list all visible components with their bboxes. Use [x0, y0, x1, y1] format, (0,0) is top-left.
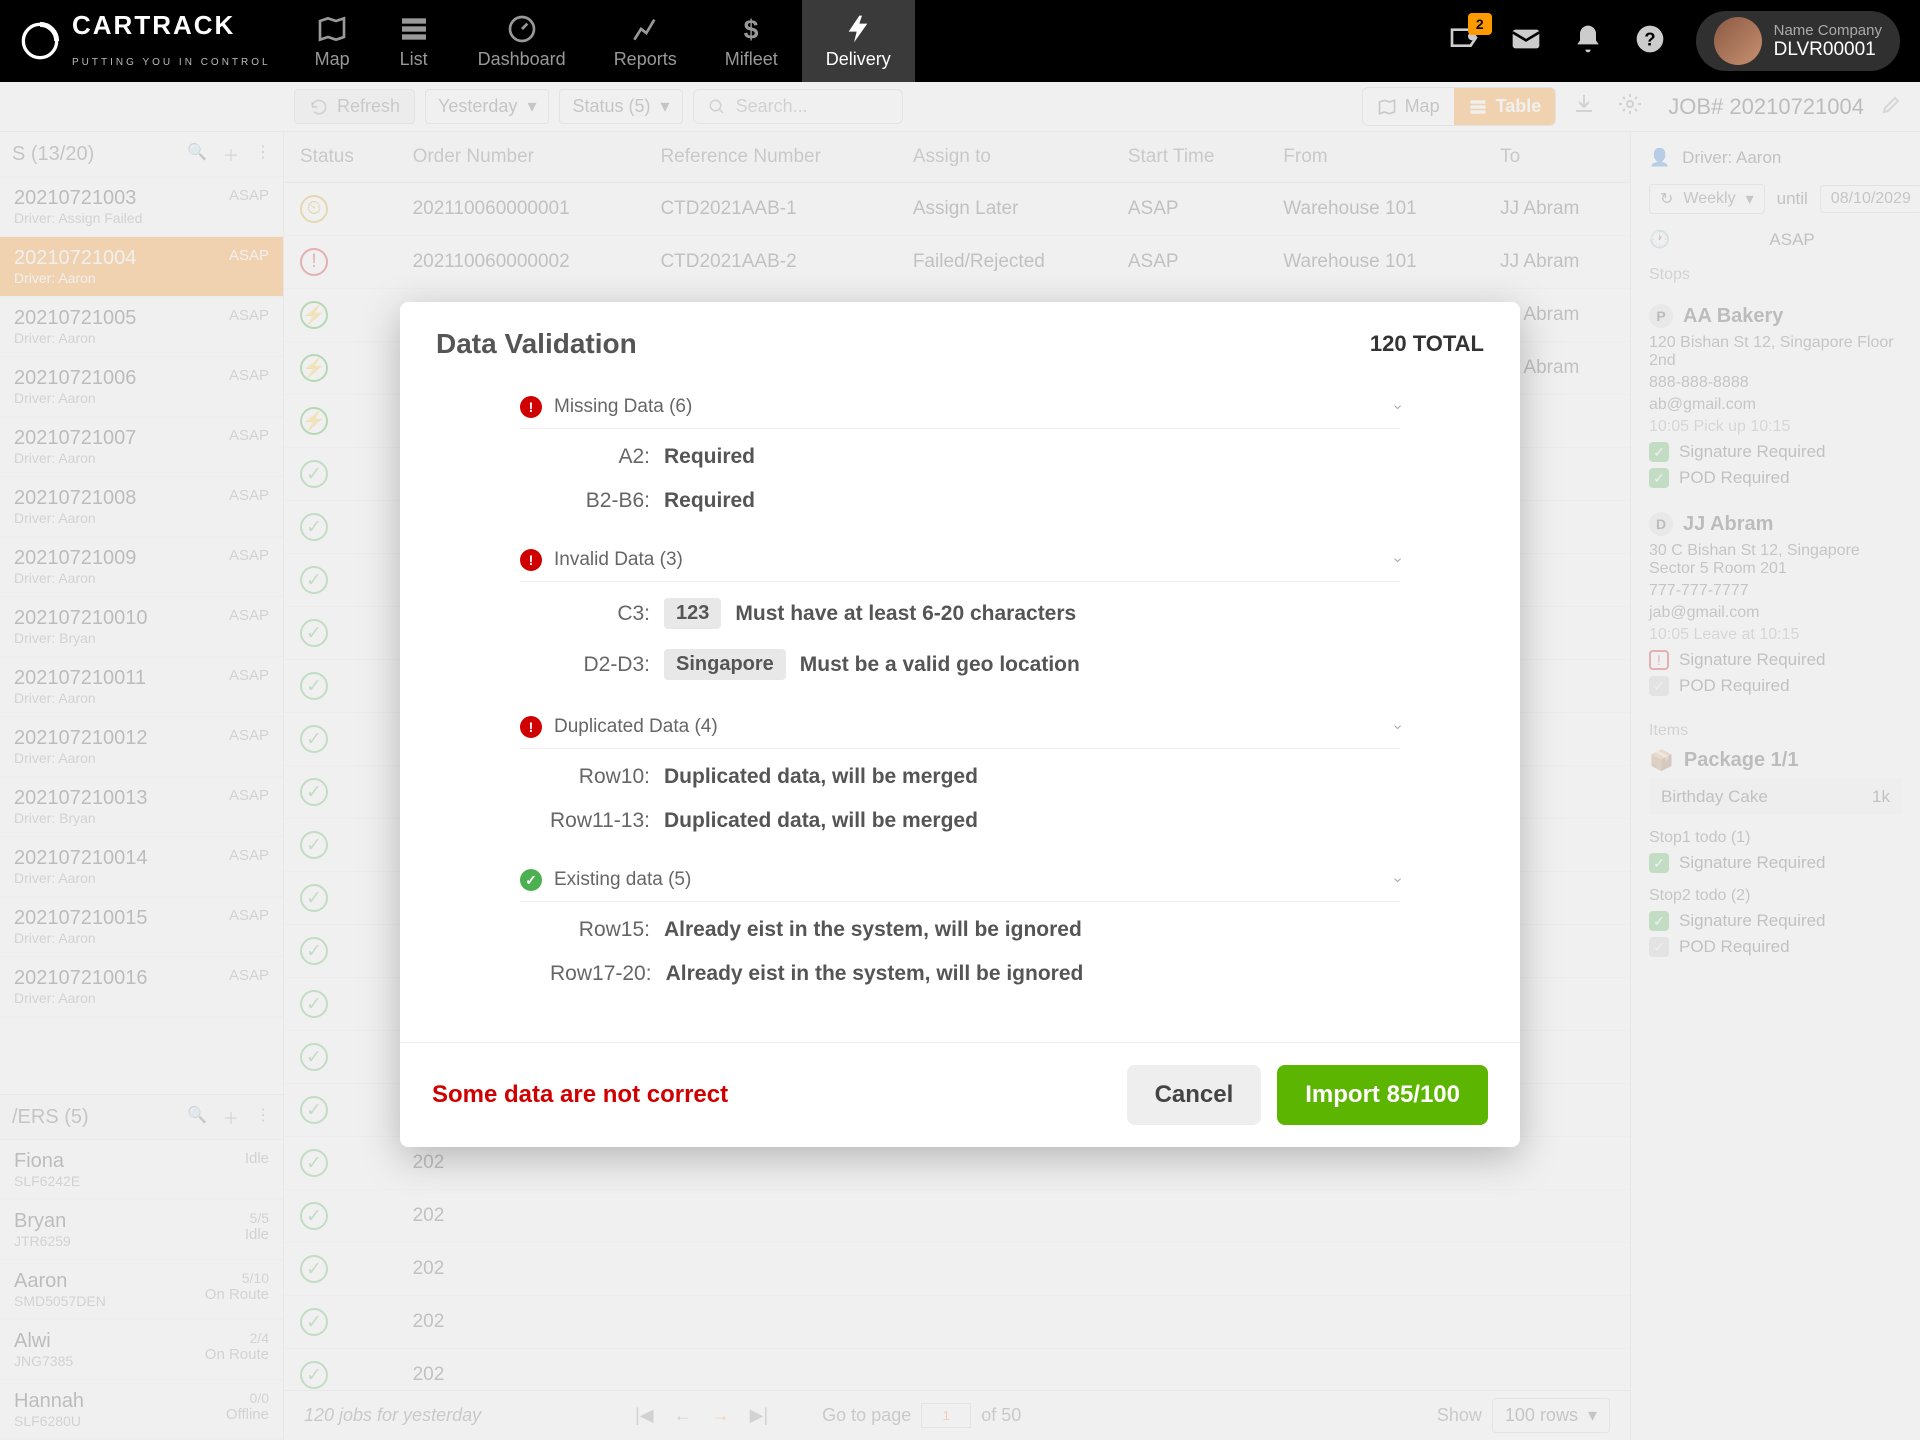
- topbar: CARTRACK PUTTING YOU IN CONTROL Map List…: [0, 0, 1920, 82]
- data-validation-modal: Data Validation 120 TOTAL ! Missing Data…: [400, 302, 1520, 1147]
- account-menu[interactable]: Name Company DLVR00001: [1696, 11, 1900, 71]
- group-header[interactable]: ! Invalid Data (3) ›: [520, 539, 1400, 582]
- validation-row: Row15: Already eist in the system, will …: [550, 918, 1400, 942]
- svg-text:?: ?: [1644, 28, 1655, 49]
- chevron-down-icon: ›: [1388, 557, 1406, 562]
- validation-row: Row17-20: Already eist in the system, wi…: [550, 962, 1400, 986]
- nav-dashboard[interactable]: Dashboard: [454, 0, 590, 82]
- chevron-down-icon: ›: [1388, 724, 1406, 729]
- validation-row: B2-B6: Required: [550, 489, 1400, 513]
- validation-group: ✓ Existing data (5) › Row15: Already eis…: [520, 859, 1400, 986]
- error-icon: !: [520, 716, 542, 738]
- error-icon: !: [520, 549, 542, 571]
- validation-group: ! Invalid Data (3) › C3: 123 Must have a…: [520, 539, 1400, 680]
- validation-row: Row10: Duplicated data, will be merged: [550, 765, 1400, 789]
- brand-name: CARTRACK: [72, 10, 235, 40]
- nav-map[interactable]: Map: [291, 0, 374, 82]
- validation-row: C3: 123 Must have at least 6-20 characte…: [550, 598, 1400, 629]
- account-code: DLVR00001: [1774, 39, 1882, 61]
- bell-icon[interactable]: [1572, 23, 1604, 60]
- validation-row: Row11-13: Duplicated data, will be merge…: [550, 809, 1400, 833]
- chevron-down-icon: ›: [1388, 404, 1406, 409]
- brand-tagline: PUTTING YOU IN CONTROL: [72, 57, 271, 68]
- check-icon: ✓: [520, 869, 542, 891]
- import-button[interactable]: Import 85/100: [1277, 1065, 1488, 1125]
- mail-icon[interactable]: [1510, 23, 1542, 60]
- validation-row: D2-D3: Singapore Must be a valid geo loc…: [550, 649, 1400, 680]
- help-icon[interactable]: ?: [1634, 23, 1666, 60]
- brand-logo: CARTRACK PUTTING YOU IN CONTROL: [0, 10, 291, 72]
- user-avatar: [1714, 17, 1762, 65]
- modal-warning: Some data are not correct: [432, 1081, 728, 1109]
- modal-overlay: Data Validation 120 TOTAL ! Missing Data…: [0, 82, 1920, 1440]
- nav-mifleet[interactable]: $ Mifleet: [701, 0, 802, 82]
- nav-list[interactable]: List: [374, 0, 454, 82]
- chevron-down-icon: ›: [1388, 877, 1406, 882]
- group-header[interactable]: ! Missing Data (6) ›: [520, 386, 1400, 429]
- modal-title: Data Validation: [436, 328, 637, 360]
- cancel-button[interactable]: Cancel: [1127, 1065, 1262, 1125]
- svg-text:$: $: [744, 14, 759, 44]
- validation-group: ! Missing Data (6) › A2: Required B2-B6:…: [520, 386, 1400, 513]
- nav-reports[interactable]: Reports: [590, 0, 701, 82]
- group-header[interactable]: ! Duplicated Data (4) ›: [520, 706, 1400, 749]
- validation-group: ! Duplicated Data (4) › Row10: Duplicate…: [520, 706, 1400, 833]
- nav-delivery[interactable]: Delivery: [802, 0, 915, 82]
- validation-row: A2: Required: [550, 445, 1400, 469]
- notif-badge: 2: [1468, 13, 1492, 35]
- main-nav: Map List Dashboard Reports $ Mifleet Del…: [291, 0, 915, 82]
- error-icon: !: [520, 396, 542, 418]
- tracking-icon[interactable]: 2: [1448, 23, 1480, 60]
- account-name: Name Company: [1774, 22, 1882, 39]
- group-header[interactable]: ✓ Existing data (5) ›: [520, 859, 1400, 902]
- modal-total: 120 TOTAL: [1370, 331, 1484, 357]
